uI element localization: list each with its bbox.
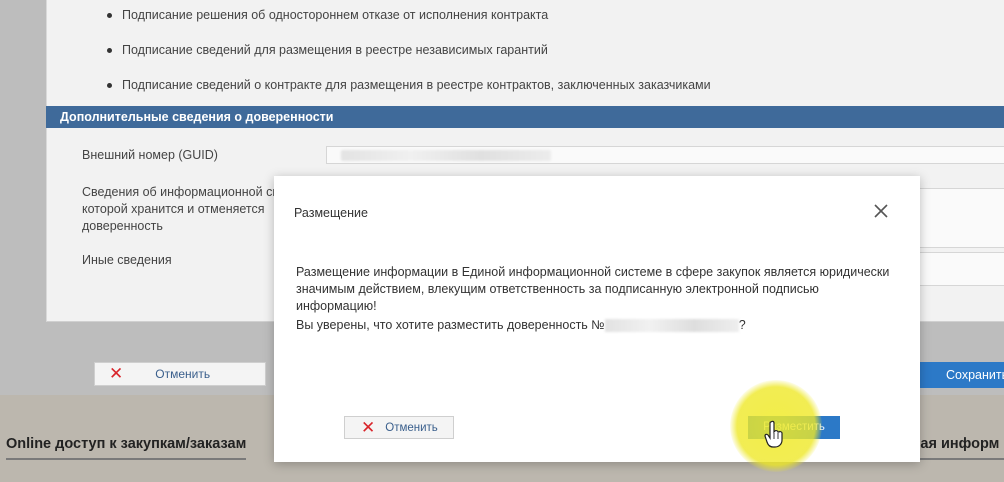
- close-icon[interactable]: [872, 202, 890, 220]
- close-icon: ✕: [109, 364, 124, 383]
- other-info-input[interactable]: [916, 252, 1004, 286]
- guid-input[interactable]: [326, 146, 1004, 164]
- redacted-number: [604, 319, 739, 333]
- dialog-question: Вы уверены, что хотите разместить довере…: [296, 318, 746, 333]
- publish-dialog: Размещение Размещение информации в Едино…: [274, 176, 920, 462]
- permissions-list: Подписание решения об одностороннем отка…: [102, 6, 711, 111]
- save-button[interactable]: Сохранить: [920, 362, 1004, 388]
- cancel-button-background[interactable]: ✕ Отменить: [94, 362, 266, 386]
- redacted-value: [341, 150, 551, 161]
- dialog-cancel-button[interactable]: ✕ Отменить: [344, 416, 454, 439]
- close-icon: ✕: [361, 417, 376, 437]
- info-system-input[interactable]: [916, 188, 1004, 248]
- footer-link-info[interactable]: чая информ: [912, 436, 1004, 460]
- list-item: Подписание сведений для размещения в рее…: [102, 41, 711, 76]
- list-item: Подписание решения об одностороннем отка…: [102, 6, 711, 41]
- footer-link-online-access[interactable]: Online доступ к закупкам/заказам: [6, 436, 247, 460]
- other-info-label: Иные сведения: [82, 253, 172, 267]
- dialog-message: Размещение информации в Единой информаци…: [296, 265, 890, 313]
- publish-button[interactable]: Разместить: [748, 416, 840, 439]
- info-system-label: Сведения об информационной сис которой х…: [82, 185, 286, 233]
- section-header: Дополнительные сведения о доверенности: [46, 106, 1004, 128]
- guid-label: Внешний номер (GUID): [82, 148, 218, 162]
- dialog-title: Размещение: [294, 206, 368, 220]
